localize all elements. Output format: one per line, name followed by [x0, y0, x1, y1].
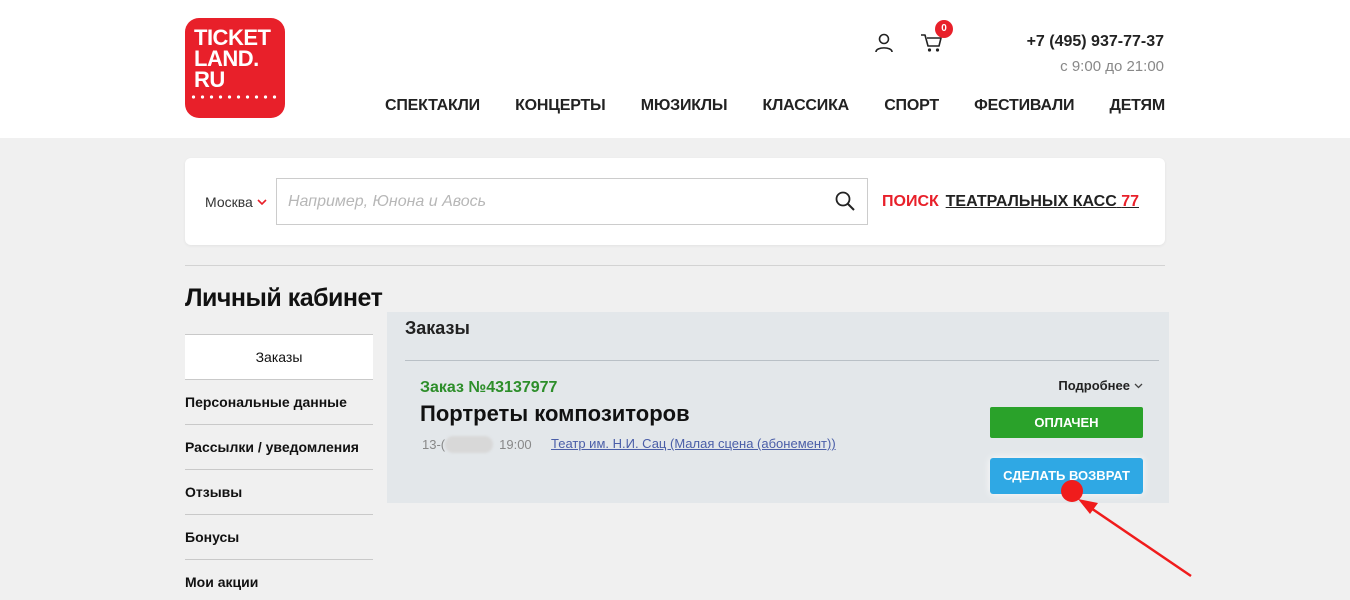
- section-divider: [185, 265, 1165, 266]
- logo-dots: [189, 95, 281, 99]
- order-date: 13-( 19:00: [422, 436, 532, 453]
- menu-item-promotions[interactable]: Мои акции: [185, 559, 373, 600]
- chevron-down-icon: [257, 199, 267, 205]
- main-nav: СПЕКТАКЛИ КОНЦЕРТЫ МЮЗИКЛЫ КЛАССИКА СПОР…: [385, 97, 1165, 121]
- nav-item-classical[interactable]: КЛАССИКА: [763, 97, 850, 121]
- search-field[interactable]: [276, 178, 868, 225]
- orders-divider: [405, 360, 1159, 361]
- city-label: Москва: [205, 194, 253, 210]
- order-date-prefix: 13-(: [422, 437, 446, 452]
- refund-button[interactable]: СДЕЛАТЬ ВОЗВРАТ: [990, 458, 1143, 494]
- logo-line-2: LAND.: [194, 46, 259, 71]
- chevron-down-icon: [1134, 383, 1143, 389]
- box-offices-count: 77: [1121, 193, 1139, 210]
- search-button[interactable]: ПОИСК: [882, 193, 939, 211]
- order-time: 19:00: [499, 437, 532, 452]
- nav-item-performances[interactable]: СПЕКТАКЛИ: [385, 97, 480, 121]
- order-number: Заказ №43137977: [420, 379, 558, 396]
- nav-item-festivals[interactable]: ФЕСТИВАЛИ: [974, 97, 1074, 121]
- cart-count-badge: 0: [935, 20, 953, 38]
- orders-title: Заказы: [405, 318, 470, 338]
- orders-panel: Заказы Заказ №43137977 Портреты композит…: [387, 312, 1169, 503]
- box-offices-link[interactable]: ТЕАТРАЛЬНЫХ КАСС 77: [946, 193, 1139, 211]
- menu-item-bonuses[interactable]: Бонусы: [185, 514, 373, 559]
- menu-item-personal-data[interactable]: Персональные данные: [185, 379, 373, 424]
- search-input[interactable]: [277, 179, 867, 224]
- page-title: Личный кабинет: [185, 284, 383, 312]
- nav-item-kids[interactable]: ДЕТЯМ: [1110, 97, 1166, 121]
- venue-link[interactable]: Театр им. Н.И. Сац (Малая сцена (абонеме…: [551, 436, 836, 451]
- logo-line-3: RU: [194, 67, 225, 92]
- box-offices-label: ТЕАТРАЛЬНЫХ КАСС: [945, 193, 1117, 210]
- redacted-date: [445, 436, 494, 453]
- menu-item-reviews[interactable]: Отзывы: [185, 469, 373, 514]
- details-toggle[interactable]: Подробнее: [1058, 378, 1143, 393]
- order-event-name: Портреты композиторов: [420, 401, 690, 426]
- logo-line-1: TICKET: [194, 25, 271, 50]
- search-icon[interactable]: [835, 191, 855, 211]
- nav-item-concerts[interactable]: КОНЦЕРТЫ: [515, 97, 606, 121]
- account-menu: Заказы Персональные данные Рассылки / ув…: [185, 334, 373, 600]
- working-hours: с 9:00 до 21:00: [1060, 58, 1164, 75]
- menu-item-orders[interactable]: Заказы: [185, 334, 373, 379]
- city-selector[interactable]: Москва: [205, 194, 267, 210]
- user-icon[interactable]: [873, 33, 895, 53]
- menu-item-notifications[interactable]: Рассылки / уведомления: [185, 424, 373, 469]
- search-panel: Москва ПОИСК ТЕАТРАЛЬНЫХ КАСС 77: [185, 158, 1165, 245]
- paid-status-badge: ОПЛАЧЕН: [990, 407, 1143, 438]
- site-header: TICKET LAND. RU 0 +7 (495) 937-77-37 с 9…: [0, 0, 1350, 138]
- nav-item-musicals[interactable]: МЮЗИКЛЫ: [641, 97, 728, 121]
- ticketland-logo[interactable]: TICKET LAND. RU: [185, 18, 285, 118]
- annotation-arrow-line: [1084, 502, 1192, 578]
- details-label: Подробнее: [1058, 378, 1130, 393]
- phone-number[interactable]: +7 (495) 937-77-37: [1027, 33, 1164, 51]
- nav-item-sport[interactable]: СПОРТ: [884, 97, 939, 121]
